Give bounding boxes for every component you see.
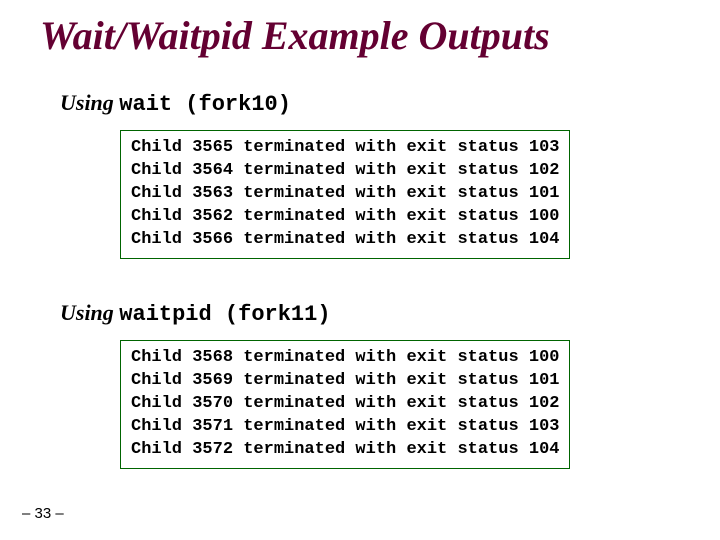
output-line: Child 3564 terminated with exit status 1… [131, 160, 559, 183]
section1-output-box: Child 3565 terminated with exit status 1… [120, 130, 570, 259]
output-line: Child 3565 terminated with exit status 1… [131, 137, 559, 160]
output-line: Child 3572 terminated with exit status 1… [131, 439, 559, 462]
output-line: Child 3563 terminated with exit status 1… [131, 183, 559, 206]
slide-number: – 33 – [22, 505, 64, 522]
output-line: Child 3570 terminated with exit status 1… [131, 393, 559, 416]
page-title: Wait/Waitpid Example Outputs [40, 12, 550, 59]
output-line: Child 3562 terminated with exit status 1… [131, 206, 559, 229]
slide: Wait/Waitpid Example Outputs Using wait … [0, 0, 720, 540]
section1-prefix: Using [60, 90, 119, 115]
output-line: Child 3571 terminated with exit status 1… [131, 416, 559, 439]
section2-prefix: Using [60, 300, 119, 325]
section1-heading: Using wait (fork10) [60, 90, 291, 117]
output-line: Child 3568 terminated with exit status 1… [131, 347, 559, 370]
section2-output-box: Child 3568 terminated with exit status 1… [120, 340, 570, 469]
output-line: Child 3569 terminated with exit status 1… [131, 370, 559, 393]
section2-code: waitpid (fork11) [119, 302, 330, 327]
section1-code: wait (fork10) [119, 92, 291, 117]
output-line: Child 3566 terminated with exit status 1… [131, 229, 559, 252]
section2-heading: Using waitpid (fork11) [60, 300, 331, 327]
